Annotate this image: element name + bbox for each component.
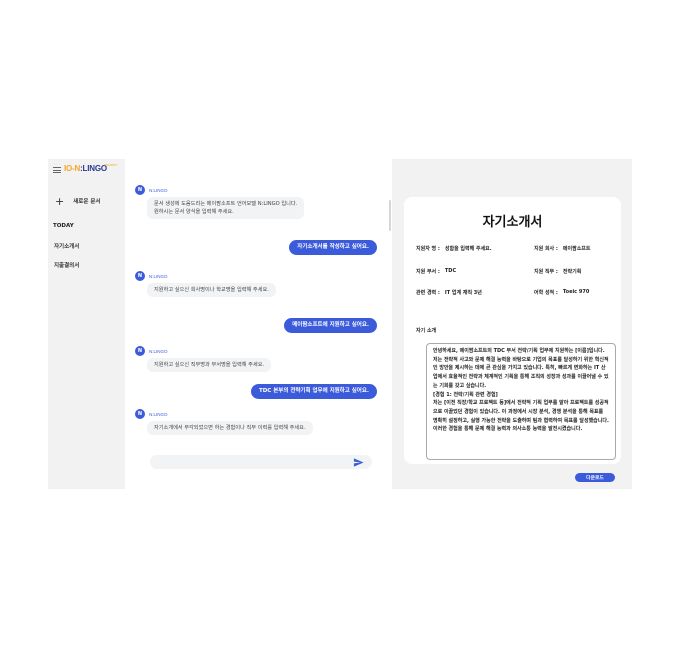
bot-bubble: 자기소개에서 부각되었으면 하는 경험이나 직무 이력를 입력해 주세요. bbox=[147, 421, 313, 435]
sidebar: IO-N:LINGO TRADEM + 새로운 문서 TODAY 자기소개서 지… bbox=[48, 159, 125, 489]
history-item[interactable]: 자기소개서 bbox=[54, 242, 79, 250]
bot-bubble: 문서 생성에 도움드리는 메이팜소프트 언어모델 N:LINGO 입니다. 원하… bbox=[147, 197, 305, 219]
plus-icon: + bbox=[55, 194, 65, 208]
bot-name: N:LINGO bbox=[149, 348, 168, 354]
user-bubble: TDC 본부의 전략기획 업무에 지원하고 싶어요. bbox=[250, 384, 377, 399]
field-label: 관련 경력 : bbox=[416, 290, 440, 296]
user-bubble: 메이팜소프트에 지원하고 싶어요. bbox=[284, 318, 377, 333]
bot-avatar: N bbox=[135, 185, 145, 195]
hamburger-menu-icon[interactable] bbox=[53, 167, 61, 173]
history-item[interactable]: 지출결의서 bbox=[54, 261, 79, 269]
field-company: 지원 회사 : 메이팜소프트 bbox=[534, 245, 591, 252]
bot-message: N N:LINGO 자기소개에서 부각되었으면 하는 경험이나 직무 이력를 입력… bbox=[135, 409, 313, 435]
field-value: 성함을 입력해 주세요. bbox=[444, 246, 492, 252]
bot-message: N N:LINGO 지원하고 싶으신 회사명이나 학교명을 입력해 주세요. bbox=[135, 271, 276, 297]
intro-text-box[interactable]: 안녕하세요, 메이팜소프트의 TDC 부서 전략/기획 업무에 지원하는 [이름… bbox=[426, 343, 616, 460]
field-label: 지원 부서 : bbox=[416, 269, 440, 275]
field-language-score: 어학 성적 : Toeic 970 bbox=[534, 289, 589, 296]
history-section-today: TODAY bbox=[53, 223, 74, 229]
field-label: 지원 회사 : bbox=[534, 246, 558, 252]
download-button[interactable]: 다운로드 bbox=[575, 473, 615, 482]
field-career: 관련 경력 : IT 업계 재직 3년 bbox=[416, 289, 482, 296]
bot-name: N:LINGO bbox=[149, 411, 168, 417]
user-bubble: 자기소개서를 작성하고 싶어요. bbox=[289, 240, 377, 255]
chat-input[interactable] bbox=[150, 455, 372, 469]
bot-bubble: 지원하고 싶으신 직무명과 부서명을 입력해 주세요. bbox=[147, 358, 272, 372]
chat-panel: N N:LINGO 문서 생성에 도움드리는 메이팜소프트 언어모델 N:LING… bbox=[125, 159, 392, 489]
bot-name: N:LINGO bbox=[149, 273, 168, 279]
document-panel: 자기소개서 지원자 명 : 성함을 입력해 주세요. 지원 회사 : 메이팜소프… bbox=[392, 159, 632, 489]
field-value: IT 업계 재직 3년 bbox=[444, 290, 482, 296]
document-title: 자기소개서 bbox=[482, 215, 543, 230]
logo-trademark: TRADEM bbox=[104, 163, 117, 167]
bot-message: N N:LINGO 문서 생성에 도움드리는 메이팜소프트 언어모델 N:LING… bbox=[135, 185, 305, 219]
app-window: IO-N:LINGO TRADEM + 새로운 문서 TODAY 자기소개서 지… bbox=[48, 159, 632, 489]
send-icon[interactable] bbox=[353, 457, 364, 468]
bot-avatar: N bbox=[135, 271, 145, 281]
new-document-button[interactable]: + 새로운 문서 bbox=[55, 195, 100, 207]
field-department: 지원 부서 : TDC bbox=[416, 268, 456, 275]
bot-bubble: 지원하고 싶으신 회사명이나 학교명을 입력해 주세요. bbox=[147, 283, 276, 297]
field-value: TDC bbox=[444, 268, 457, 274]
field-value: 메이팜소프트 bbox=[562, 246, 591, 252]
field-value: 전략기획 bbox=[562, 269, 582, 275]
field-job: 지원 직무 : 전략기획 bbox=[534, 268, 581, 275]
bot-message: N N:LINGO 지원하고 싶으신 직무명과 부서명을 입력해 주세요. bbox=[135, 346, 272, 372]
logo: IO-N:LINGO bbox=[64, 164, 107, 173]
bot-name: N:LINGO bbox=[149, 187, 168, 193]
chat-scrollbar[interactable] bbox=[389, 200, 391, 231]
field-applicant: 지원자 명 : 성함을 입력해 주세요. bbox=[416, 245, 492, 252]
field-label: 지원자 명 : bbox=[416, 246, 440, 252]
field-label: 어학 성적 : bbox=[534, 290, 558, 296]
new-document-label: 새로운 문서 bbox=[73, 199, 101, 205]
intro-section-title: 자기 소개 bbox=[416, 328, 437, 334]
bot-avatar: N bbox=[135, 346, 145, 356]
document-preview: 자기소개서 지원자 명 : 성함을 입력해 주세요. 지원 회사 : 메이팜소프… bbox=[404, 197, 621, 464]
field-label: 지원 직무 : bbox=[534, 269, 558, 275]
bot-avatar: N bbox=[135, 409, 145, 419]
field-value: Toeic 970 bbox=[562, 289, 590, 295]
